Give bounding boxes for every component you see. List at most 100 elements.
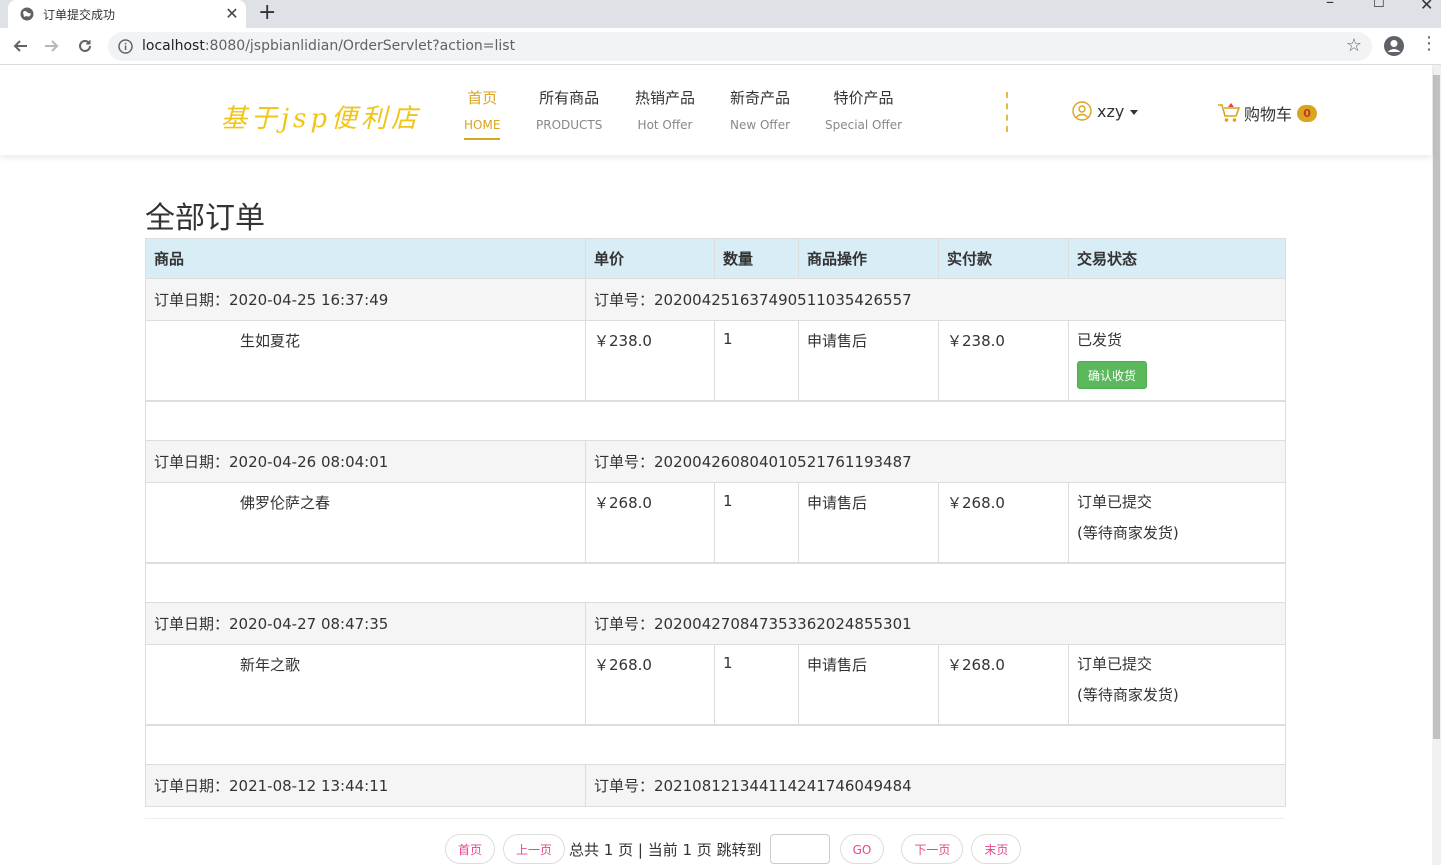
order-number: 订单号：202004251637490511035426557 (585, 278, 1286, 321)
nav-hot-offer[interactable]: 热销产品 Hot Offer (635, 87, 695, 132)
after-sales-link[interactable]: 申请售后 (798, 644, 939, 725)
after-sales-link[interactable]: 申请售后 (798, 482, 939, 563)
nav-products-sublabel: PRODUCTS (536, 118, 603, 132)
url-host: localhost (142, 38, 205, 54)
nav-special-offer-sublabel: Special Offer (825, 118, 903, 132)
maximize-window-icon[interactable]: ☐ (1373, 0, 1385, 12)
nav-products[interactable]: 所有商品 PRODUCTS (536, 87, 602, 132)
order-status: 订单已提交 (1077, 655, 1153, 673)
product-name[interactable]: 新年之歌 (145, 644, 586, 725)
table-header-row: 商品 单价 数量 商品操作 实付款 交易状态 (145, 238, 1286, 279)
column-header-product: 商品 (145, 238, 586, 279)
product-name[interactable]: 生如夏花 (145, 320, 586, 401)
order-item-row: 生如夏花 ￥238.0 1 申请售后 ￥238.0 已发货 确认收货 (145, 320, 1286, 401)
reload-icon[interactable] (74, 35, 96, 57)
order-item-row: 新年之歌 ￥268.0 1 申请售后 ￥268.0 订单已提交 (等待商家发货) (145, 644, 1286, 725)
next-page-button[interactable]: 下一页 (901, 834, 964, 864)
browser-tab[interactable]: 订单提交成功 ✕ (8, 0, 246, 28)
page-scrollbar[interactable] (1432, 65, 1441, 865)
column-header-amount-paid: 实付款 (938, 238, 1069, 279)
order-number: 订单号：202004270847353362024855301 (585, 602, 1286, 645)
order-status: 订单已提交 (1077, 493, 1153, 511)
info-icon[interactable] (118, 39, 133, 54)
close-window-icon[interactable]: ✕ (1420, 0, 1433, 13)
nav-new-offer[interactable]: 新奇产品 New Offer (730, 87, 790, 132)
first-page-button[interactable]: 首页 (445, 834, 496, 864)
profile-icon[interactable] (1383, 35, 1405, 57)
browser-tab-strip: 订单提交成功 ✕ + – ☐ ✕ (0, 0, 1441, 28)
spacer-cell (145, 723, 1286, 765)
user-menu[interactable]: xzy (1072, 101, 1139, 121)
order-status: 已发货 (1077, 331, 1123, 349)
nav-home-sublabel: HOME (464, 118, 501, 140)
order-date: 订单日期：2020-04-27 08:47:35 (145, 602, 586, 645)
order-spacer-row (145, 561, 1286, 603)
order-info-row: 订单日期：2020-04-26 08:04:01 订单号：20200426080… (145, 440, 1286, 483)
nav-home[interactable]: 首页 HOME (464, 87, 501, 140)
divider (145, 818, 1285, 819)
go-button[interactable]: GO (839, 834, 885, 864)
new-tab-icon[interactable]: + (258, 2, 276, 24)
page-summary: 总共 1 页 | 当前 1 页 跳转到 (569, 840, 762, 859)
cart-link[interactable]: 购物车 0 (1217, 101, 1318, 125)
address-bar[interactable]: localhost:8080/jspbianlidian/OrderServle… (108, 32, 1372, 61)
cart-count-badge: 0 (1297, 104, 1318, 122)
site-logo[interactable]: 基于jsp便利店 (221, 98, 421, 135)
nav-special-offer[interactable]: 特价产品 Special Offer (825, 87, 902, 132)
quantity: 1 (714, 320, 799, 401)
scrollbar-thumb[interactable] (1433, 75, 1440, 739)
order-info-row: 订单日期：2020-04-27 08:47:35 订单号：20200427084… (145, 602, 1286, 645)
status-cell: 订单已提交 (等待商家发货) (1068, 482, 1286, 563)
nav-hot-offer-sublabel: Hot Offer (637, 118, 693, 132)
column-header-quantity: 数量 (714, 238, 799, 279)
order-number: 订单号：202004260804010521761193487 (585, 440, 1286, 483)
order-number: 订单号：202108121344114241746049484 (585, 764, 1286, 807)
pagination: 首页 上一页 总共 1 页 | 当前 1 页 跳转到 GO 下一页 末页 (445, 834, 1022, 864)
order-spacer-row (145, 399, 1286, 441)
url-path: :8080/jspbianlidian/OrderServlet?action=… (204, 38, 516, 54)
spacer-cell (145, 561, 1286, 603)
jump-page-input[interactable] (769, 834, 830, 864)
order-date: 订单日期：2021-08-12 13:44:11 (145, 764, 586, 807)
order-info-row: 订单日期：2020-04-25 16:37:49 订单号：20200425163… (145, 278, 1286, 321)
column-header-status: 交易状态 (1068, 238, 1286, 279)
prev-page-button[interactable]: 上一页 (503, 834, 566, 864)
nav-special-offer-label: 特价产品 (833, 89, 894, 107)
quantity: 1 (714, 482, 799, 563)
user-icon (1072, 101, 1092, 121)
back-icon[interactable] (9, 35, 31, 57)
order-date: 订单日期：2020-04-26 08:04:01 (145, 440, 586, 483)
url-text[interactable]: localhost:8080/jspbianlidian/OrderServle… (142, 38, 515, 54)
browser-menu-icon[interactable]: ⋮ (1420, 35, 1438, 55)
status-cell: 已发货 确认收货 (1068, 320, 1286, 401)
order-status-note: (等待商家发货) (1077, 686, 1179, 704)
bookmark-star-icon[interactable]: ☆ (1346, 37, 1362, 55)
site-header: 基于jsp便利店 首页 HOME 所有商品 PRODUCTS 热销产品 Hot … (0, 65, 1432, 155)
tab-title: 订单提交成功 (43, 7, 116, 22)
username: xzy (1097, 101, 1125, 121)
globe-icon (20, 7, 34, 21)
after-sales-link[interactable]: 申请售后 (798, 320, 939, 401)
column-header-item-actions: 商品操作 (798, 238, 939, 279)
browser-toolbar: localhost:8080/jspbianlidian/OrderServle… (0, 28, 1441, 65)
nav-hot-offer-label: 热销产品 (635, 89, 696, 107)
order-date: 订单日期：2020-04-25 16:37:49 (145, 278, 586, 321)
order-spacer-row (145, 723, 1286, 765)
amount-paid: ￥268.0 (938, 644, 1069, 725)
chevron-down-icon (1130, 109, 1139, 115)
confirm-receipt-button[interactable]: 确认收货 (1077, 361, 1148, 389)
unit-price: ￥238.0 (585, 320, 715, 401)
amount-paid: ￥268.0 (938, 482, 1069, 563)
status-cell: 订单已提交 (等待商家发货) (1068, 644, 1286, 725)
shopping-cart-icon (1218, 103, 1241, 122)
quantity: 1 (714, 644, 799, 725)
minimize-window-icon[interactable]: – (1326, 0, 1334, 10)
unit-price: ￥268.0 (585, 482, 715, 563)
close-tab-icon[interactable]: ✕ (222, 6, 242, 22)
product-name[interactable]: 佛罗伦萨之春 (145, 482, 586, 563)
last-page-button[interactable]: 末页 (971, 834, 1022, 864)
spacer-cell (145, 399, 1286, 441)
forward-icon[interactable] (41, 35, 63, 57)
amount-paid: ￥238.0 (938, 320, 1069, 401)
page-title: 全部订单 (145, 201, 265, 236)
